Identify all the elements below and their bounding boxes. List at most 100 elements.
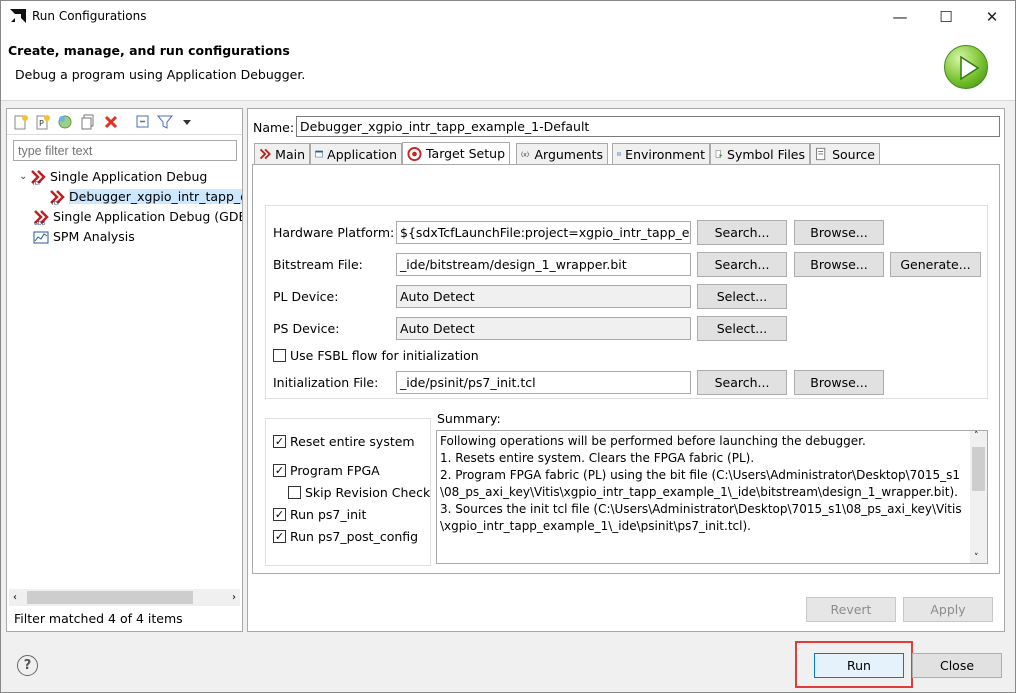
new-config-icon[interactable] [13,114,29,130]
revert-button[interactable]: Revert [806,597,896,622]
tree-node-single-application-debug-gdb[interactable]: GDB Single Application Debug (GDB) [33,207,242,226]
tree-node-label: Single Application Debug (GDB) [53,209,242,224]
svg-text:TCF: TCF [31,181,41,185]
skip-revision-label: Skip Revision Check [305,485,431,500]
checkbox-box[interactable] [273,349,286,362]
summary-label: Summary: [437,411,501,426]
run-ps7-post-config-label: Run ps7_post_config [290,529,419,544]
close-window-button[interactable]: ✕ [969,1,1015,32]
run-ps7-post-config-checkbox[interactable]: ✓ Run ps7_post_config [273,529,418,544]
tree-horizontal-scrollbar[interactable]: ‹ › [9,589,240,606]
tab-label: Application [327,146,397,162]
scroll-thumb[interactable] [27,591,193,604]
svg-text:TCF: TCF [50,201,60,205]
ps-select-button[interactable]: Select... [697,316,787,341]
target-setup-panel: Hardware Platform: ${sdxTcfLaunchFile:pr… [252,164,1000,574]
tab-label: Environment [625,146,705,162]
tab-label: Arguments [534,146,603,162]
tree-node-label: Single Application Debug [50,169,208,184]
hardware-group: Hardware Platform: ${sdxTcfLaunchFile:pr… [265,205,988,399]
tab-arguments[interactable]: (x)= Arguments [516,143,608,164]
scroll-left-icon[interactable]: ‹ [13,592,17,603]
init-browse-button[interactable]: Browse... [794,370,884,395]
name-label: Name: [253,120,295,135]
summary-vertical-scrollbar[interactable]: ˄ ˅ [970,431,987,563]
delete-icon[interactable] [103,114,119,130]
view-menu-icon[interactable] [179,114,195,130]
filter-status: Filter matched 4 of 4 items [14,611,183,626]
help-icon[interactable]: ? [17,655,38,676]
name-field[interactable]: Debugger_xgpio_intr_tapp_example_1-Defau… [296,116,1000,137]
scroll-down-icon[interactable]: ˅ [974,553,979,563]
config-tree: ⌄ TCF Single Application Debug TCF Debug… [7,165,242,585]
skip-revision-checkbox[interactable]: Skip Revision Check [288,485,430,500]
tab-symbol-files[interactable]: Symbol Files [710,143,810,164]
scroll-right-icon[interactable]: › [232,592,236,603]
scroll-up-icon[interactable]: ˄ [974,431,979,441]
symbol-files-icon [715,150,723,158]
title-bar: Run Configurations — ☐ ✕ [1,1,1015,32]
pl-device-label: PL Device: [273,289,339,304]
spm-analysis-icon [33,231,49,243]
new-prototype-icon[interactable]: P [35,114,51,130]
arguments-icon: (x)= [521,152,530,158]
environment-icon [617,152,622,156]
window-title: Run Configurations [32,9,147,23]
bitstream-browse-button[interactable]: Browse... [794,252,884,277]
ps-device-field: Auto Detect [396,317,691,340]
tab-application[interactable]: Application [310,143,402,164]
hardware-search-button[interactable]: Search... [697,220,787,245]
svg-text:GDB: GDB [34,221,46,225]
run-configurations-dialog: Run Configurations — ☐ ✕ Create, manage,… [0,0,1016,693]
init-file-field[interactable]: _ide/psinit/ps7_init.tcl [396,371,691,394]
init-search-button[interactable]: Search... [697,370,787,395]
bitstream-file-field[interactable]: _ide/bitstream/design_1_wrapper.bit [396,253,691,276]
close-button[interactable]: Close [912,653,1002,678]
hardware-browse-button[interactable]: Browse... [794,220,884,245]
check-icon[interactable]: ✓ [273,464,286,477]
run-button[interactable]: Run [814,653,904,678]
svg-text:P: P [39,119,44,128]
check-icon[interactable]: ✓ [273,508,286,521]
close-icon: ✕ [985,7,999,26]
tcf-config-icon: TCF [50,189,65,205]
program-fpga-label: Program FPGA [290,463,380,478]
collapse-all-icon[interactable] [135,114,151,130]
config-toolbar: P [7,109,242,135]
fsbl-flow-checkbox[interactable]: Use FSBL flow for initialization [273,348,479,363]
tree-node-single-application-debug[interactable]: ⌄ TCF Single Application Debug [19,167,207,186]
checkbox-box[interactable] [288,486,301,499]
check-icon[interactable]: ✓ [273,435,286,448]
duplicate-icon[interactable] [80,114,96,130]
config-tabs: Main Application Target Setup (x)= Argum… [254,142,1000,164]
tab-target-setup[interactable]: Target Setup [402,142,510,164]
filter-input[interactable] [13,140,237,161]
chevron-down-icon[interactable]: ⌄ [19,171,30,182]
minimize-icon: — [892,7,908,26]
tree-node-spm-analysis[interactable]: SPM Analysis [33,227,135,246]
scroll-thumb[interactable] [972,447,985,491]
reset-system-checkbox[interactable]: ✓ Reset entire system [273,434,415,449]
bitstream-search-button[interactable]: Search... [697,252,787,277]
hardware-platform-field[interactable]: ${sdxTcfLaunchFile:project=xgpio_intr_ta… [396,221,691,244]
import-config-icon[interactable] [57,114,73,130]
operations-group: ✓ Reset entire system ✓ Program FPGA Ski… [265,418,431,566]
summary-textbox[interactable]: Following operations will be performed b… [436,430,988,564]
filter-icon[interactable] [157,114,173,130]
summary-text: Following operations will be performed b… [440,434,962,533]
tab-environment[interactable]: Environment [612,143,710,164]
check-icon[interactable]: ✓ [273,530,286,543]
apply-button[interactable]: Apply [903,597,993,622]
pl-select-button[interactable]: Select... [697,284,787,309]
program-fpga-checkbox[interactable]: ✓ Program FPGA [273,463,380,478]
maximize-button[interactable]: ☐ [923,1,969,32]
tab-main[interactable]: Main [254,143,310,164]
target-icon [407,146,422,161]
tree-node-debugger-config[interactable]: TCF Debugger_xgpio_intr_tapp_example_1-D… [49,187,242,206]
minimize-button[interactable]: — [877,1,923,32]
tab-source[interactable]: Source [810,143,880,164]
svg-text:(x)=: (x)= [521,152,530,158]
source-icon [816,147,826,161]
run-ps7-init-checkbox[interactable]: ✓ Run ps7_init [273,507,366,522]
bitstream-generate-button[interactable]: Generate... [890,252,981,277]
